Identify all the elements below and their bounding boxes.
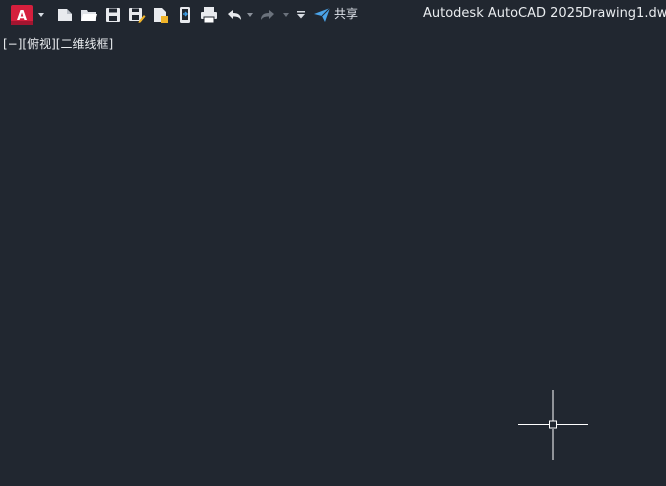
customize-qat-button[interactable] (295, 5, 307, 25)
redo-button[interactable] (258, 5, 278, 25)
open-icon (81, 10, 97, 21)
plot-button[interactable] (199, 5, 219, 25)
redo-dropdown[interactable] (281, 5, 291, 25)
open-from-web-button[interactable] (151, 5, 171, 25)
new-icon (58, 9, 72, 21)
customize-qat-icon (297, 11, 305, 19)
save-icon (106, 8, 120, 22)
save-to-web-button[interactable] (175, 5, 195, 25)
document-title: Drawing1.dwg (582, 6, 666, 21)
share-label[interactable]: 共享 (334, 6, 358, 22)
chevron-down-icon (38, 13, 44, 17)
redo-icon (261, 10, 274, 20)
title-bar: A 共享 Autodesk AutoCAD 2025 Drawing1.dw (0, 0, 666, 30)
autocad-logo-icon: A (11, 5, 33, 25)
chevron-down-icon (283, 13, 289, 17)
chevron-down-icon (247, 13, 253, 17)
undo-icon (228, 10, 241, 20)
undo-button[interactable] (224, 5, 244, 25)
app-menu-dropdown[interactable] (36, 5, 46, 25)
open-from-web-icon (154, 8, 168, 23)
save-as-icon (129, 8, 146, 23)
save-as-button[interactable] (127, 5, 147, 25)
autocad-window: A 共享 Autodesk AutoCAD 2025 Drawing1.dw [… (0, 0, 666, 486)
app-title: Autodesk AutoCAD 2025 (423, 6, 584, 21)
new-button[interactable] (55, 5, 75, 25)
printer-icon (201, 7, 217, 24)
save-to-web-icon (180, 7, 190, 23)
app-menu-button[interactable]: A (10, 5, 34, 25)
open-button[interactable] (79, 5, 99, 25)
share-button[interactable] (313, 5, 331, 25)
svg-text:A: A (17, 9, 27, 24)
save-button[interactable] (103, 5, 123, 25)
share-icon (314, 7, 331, 22)
undo-dropdown[interactable] (245, 5, 255, 25)
crosshair-cursor (518, 390, 588, 460)
